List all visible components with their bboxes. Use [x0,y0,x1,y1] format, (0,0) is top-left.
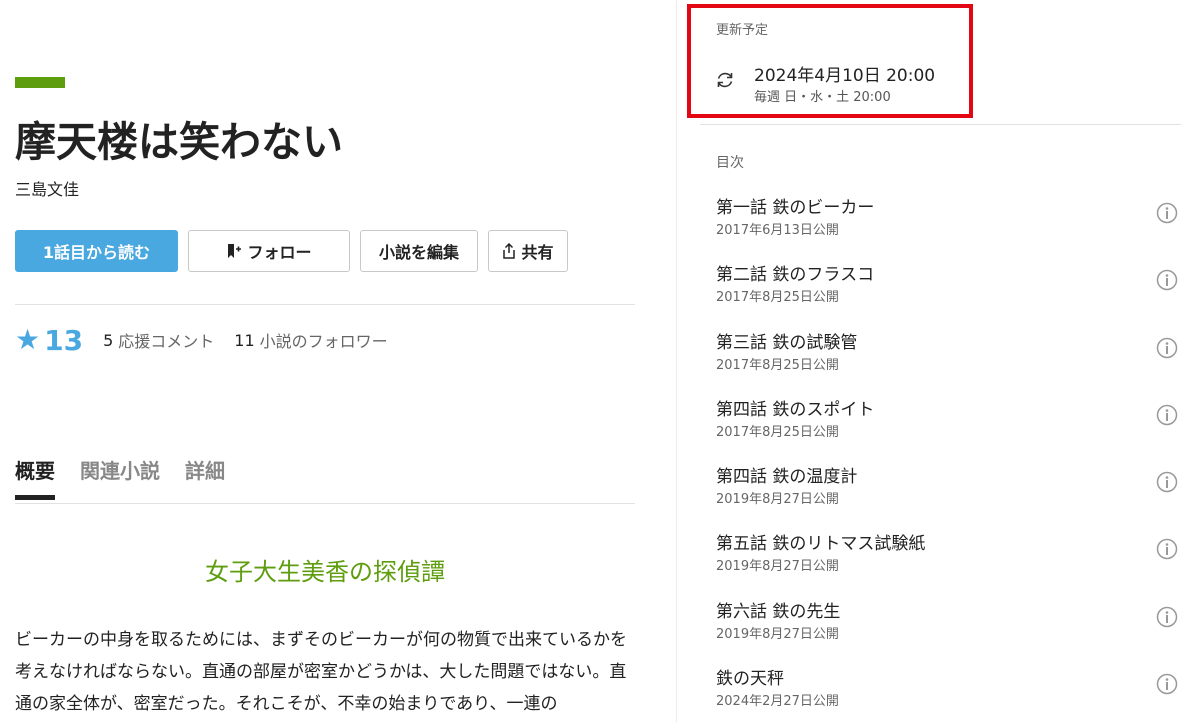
edit-novel-button[interactable]: 小説を編集 [360,230,478,272]
refresh-icon [714,69,736,95]
episode-item[interactable]: 第五話 鉄のリトマス試験紙 2019年8月27日公開 [716,532,1186,599]
info-icon[interactable] [1156,606,1178,628]
tab-summary[interactable]: 概要 [15,455,55,500]
info-icon[interactable] [1156,269,1178,291]
episode-list: 第一話 鉄のビーカー 2017年6月13日公開 第二話 鉄のフラスコ 2017年… [716,196,1186,722]
episode-title: 第五話 鉄のリトマス試験紙 [716,534,926,555]
info-icon[interactable] [1156,337,1178,359]
follow-label: フォロー [247,243,312,262]
info-icon[interactable] [1156,471,1178,493]
star-icon: ★ [15,323,41,356]
episode-title: 第四話 鉄の温度計 [716,467,858,488]
episode-item[interactable]: 第六話 鉄の先生 2019年8月27日公開 [716,600,1186,667]
bookmark-plus-icon [226,243,242,259]
update-schedule: 毎週 日・水・土 20:00 [754,90,891,105]
share-button[interactable]: 共有 [488,230,568,272]
comment-label[interactable]: 応援コメント [118,328,214,352]
work-tabs: 概要 関連小説 詳細 [15,455,250,500]
episode-title: 第四話 鉄のスポイト [716,399,875,420]
episode-date: 2019年8月27日公開 [716,626,839,642]
tab-related-novels[interactable]: 関連小説 [80,455,160,500]
episode-date: 2019年8月27日公開 [716,559,839,575]
author-name[interactable]: 三島文佳 [15,176,79,200]
catchphrase: 女子大生美香の探偵譚 [205,558,445,586]
update-schedule-heading: 更新予定 [716,23,769,38]
info-icon[interactable] [1156,673,1178,695]
toc-heading: 目次 [716,155,744,171]
follower-count: 11 [234,330,255,350]
episode-item[interactable]: 第四話 鉄の温度計 2019年8月27日公開 [716,465,1186,532]
episode-date: 2017年8月25日公開 [716,424,839,440]
share-label: 共有 [521,243,554,262]
read-from-first-button[interactable]: 1話目から読む [15,230,178,272]
edit-novel-label: 小説を編集 [378,243,459,262]
episode-item[interactable]: 第二話 鉄のフラスコ 2017年8月25日公開 [716,263,1186,330]
divider [15,304,635,305]
episode-date: 2017年8月25日公開 [716,357,839,373]
read-from-first-label: 1話目から読む [42,243,151,262]
episode-title: 第六話 鉄の先生 [716,601,841,622]
title-accent-bar [15,77,65,88]
episode-item[interactable]: 第三話 鉄の試験管 2017年8月25日公開 [716,331,1186,398]
info-icon[interactable] [1156,404,1178,426]
next-update-date: 2024年4月10日 20:00 [754,66,936,86]
episode-date: 2017年8月25日公開 [716,290,839,306]
follow-button[interactable]: フォロー [188,230,350,272]
share-icon [502,243,516,259]
episode-date: 2024年2月27日公開 [716,694,839,710]
info-icon[interactable] [1156,538,1178,560]
info-icon[interactable] [1156,202,1178,224]
work-stats: ★ 13 5 応援コメント 11 小説のフォロワー [15,322,408,358]
work-title: 摩天楼は笑わない [15,118,343,166]
episode-title: 第一話 鉄のビーカー [716,198,875,218]
synopsis-text: ビーカーの中身を取るためには、まずそのビーカーが何の物質で出来ているかを考えなけ… [15,630,627,714]
episode-title: 第三話 鉄の試験管 [716,332,858,353]
star-count[interactable]: 13 [44,324,83,357]
work-main-column: 摩天楼は笑わない 三島文佳 1話目から読む フォロー 小説を編集 共有 ★ 13… [0,0,676,722]
episode-item[interactable]: 鉄の天秤 2024年2月27日公開 [716,667,1186,722]
tabs-divider [15,503,635,504]
episode-item[interactable]: 第四話 鉄のスポイト 2017年8月25日公開 [716,398,1186,465]
episode-title: 第二話 鉄のフラスコ [716,265,875,286]
episode-date: 2019年8月27日公開 [716,492,839,508]
divider [700,124,1181,125]
comment-count: 5 [103,330,114,350]
episode-title: 鉄の天秤 [716,669,784,690]
tab-details[interactable]: 詳細 [185,455,225,500]
column-divider [676,0,677,722]
follower-label[interactable]: 小説のフォロワー [260,328,388,352]
episode-date: 2017年6月13日公開 [716,223,839,238]
work-page: 摩天楼は笑わない 三島文佳 1話目から読む フォロー 小説を編集 共有 ★ 13… [0,0,1186,722]
episode-item[interactable]: 第一話 鉄のビーカー 2017年6月13日公開 [716,196,1186,263]
